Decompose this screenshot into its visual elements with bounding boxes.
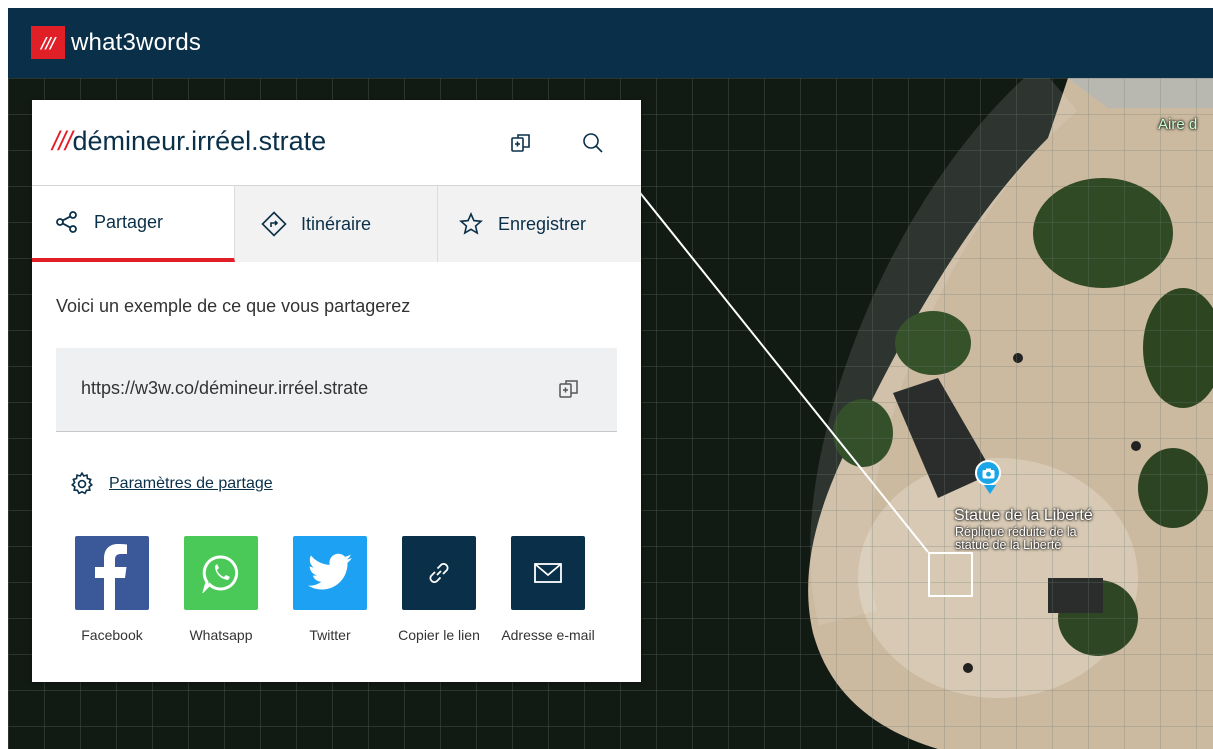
address-slashes: /// bbox=[52, 126, 72, 156]
share-url-box: https://w3w.co/démineur.irréel.strate bbox=[56, 348, 617, 432]
logo-text: what3words bbox=[71, 28, 202, 56]
app-frame: /// what3words Aire d Statue de la Liber… bbox=[8, 8, 1213, 749]
share-settings-link[interactable]: Paramètres de partage bbox=[68, 470, 273, 498]
share-label: Adresse e-mail bbox=[501, 627, 595, 643]
gear-icon bbox=[68, 470, 96, 498]
tab-share-label: Partager bbox=[94, 211, 164, 232]
map-poi-label[interactable]: Aire d bbox=[1158, 116, 1197, 133]
tab-directions[interactable]: Itinéraire bbox=[235, 186, 438, 262]
copy-icon[interactable] bbox=[556, 376, 582, 402]
share-intro-text: Voici un exemple de ce que vous partager… bbox=[56, 296, 411, 316]
camera-icon[interactable] bbox=[975, 460, 1001, 494]
mail-icon bbox=[511, 536, 585, 610]
share-label: Whatsapp bbox=[189, 627, 253, 643]
logo-mark: /// bbox=[31, 26, 65, 59]
share-label: Copier le lien bbox=[398, 627, 480, 643]
share-email[interactable]: Adresse e-mail bbox=[498, 536, 598, 646]
tab-bar: Partager Itinéraire Enregistrer bbox=[32, 186, 641, 262]
three-word-address: ///démineur.irréel.strate bbox=[52, 126, 326, 157]
share-facebook[interactable]: Facebook bbox=[62, 536, 162, 646]
directions-icon bbox=[261, 211, 287, 237]
twitter-icon bbox=[293, 536, 367, 610]
star-icon bbox=[458, 211, 484, 237]
share-icon bbox=[54, 209, 80, 235]
address-text: démineur.irréel.strate bbox=[72, 126, 327, 156]
share-twitter[interactable]: Twitter bbox=[280, 536, 380, 646]
share-targets: Facebook Whatsapp Twitter Copier le lien bbox=[62, 536, 622, 676]
top-bar: /// what3words bbox=[8, 8, 1213, 78]
facebook-icon bbox=[75, 536, 149, 610]
map-poi-subtitle: Réplique réduite de la statue de la Libe… bbox=[955, 525, 1077, 552]
share-settings-label[interactable]: Paramètres de partage bbox=[109, 475, 273, 493]
panel-header: ///démineur.irréel.strate bbox=[32, 100, 641, 186]
tab-share[interactable]: Partager bbox=[32, 186, 235, 262]
share-url[interactable]: https://w3w.co/démineur.irréel.strate bbox=[81, 378, 368, 399]
whatsapp-icon bbox=[184, 536, 258, 610]
search-icon[interactable] bbox=[580, 130, 606, 156]
share-label: Facebook bbox=[81, 627, 143, 643]
share-label: Twitter bbox=[309, 627, 351, 643]
map-poi-title[interactable]: Statue de la Liberté bbox=[954, 508, 1093, 524]
share-whatsapp[interactable]: Whatsapp bbox=[171, 536, 271, 646]
copy-icon[interactable] bbox=[508, 130, 534, 156]
selected-square[interactable] bbox=[928, 552, 973, 597]
tab-directions-label: Itinéraire bbox=[301, 213, 372, 234]
link-icon bbox=[402, 536, 476, 610]
share-copy-link[interactable]: Copier le lien bbox=[389, 536, 489, 646]
tab-save[interactable]: Enregistrer bbox=[438, 186, 641, 262]
share-panel: ///démineur.irréel.strate Partager Itiné… bbox=[32, 100, 641, 682]
logo[interactable]: /// what3words bbox=[31, 26, 201, 59]
tab-save-label: Enregistrer bbox=[498, 213, 587, 234]
